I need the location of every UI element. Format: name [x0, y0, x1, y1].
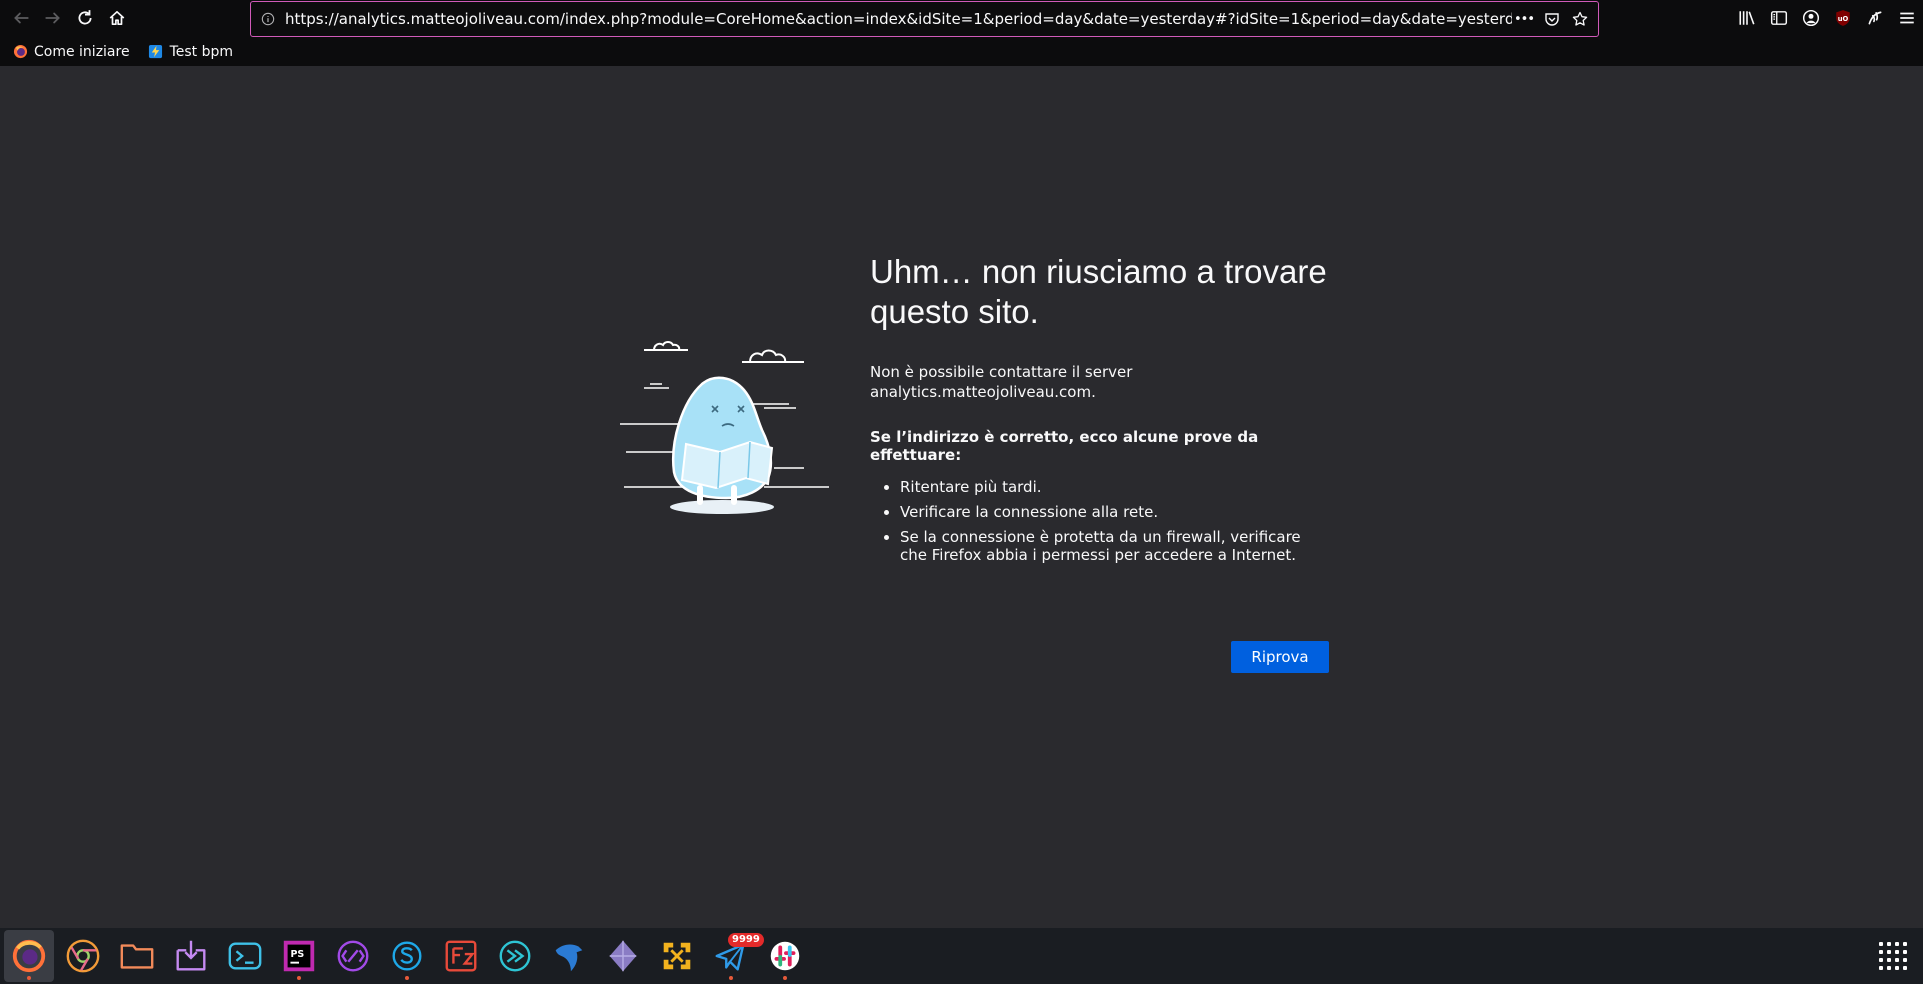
- sidebar-icon: [1770, 11, 1788, 25]
- taskbar-slack[interactable]: [760, 930, 810, 982]
- vpn-icon: [663, 942, 691, 970]
- files-icon: [120, 944, 154, 969]
- page-actions-button[interactable]: •••: [1512, 7, 1536, 31]
- installer-icon: [176, 940, 206, 971]
- skype-icon: [392, 941, 422, 971]
- bookmark-label: Come iniziare: [34, 43, 130, 60]
- reload-button[interactable]: [70, 4, 100, 32]
- taskbar-phpstorm[interactable]: PS: [274, 930, 324, 982]
- error-title: Uhm… non riusciamo a trovare questo sito…: [870, 253, 1327, 330]
- dinosaur-illustration: [620, 341, 829, 514]
- hamburger-menu-icon: [1900, 12, 1914, 24]
- star-icon: [1572, 11, 1588, 26]
- site-info-button[interactable]: [255, 2, 281, 36]
- taskbar-installer[interactable]: [166, 930, 216, 982]
- list-item: Verificare la connessione alla rete.: [900, 503, 1330, 521]
- list-item: Se la connessione è protetta da un firew…: [900, 528, 1330, 564]
- taskbar-skype[interactable]: [382, 930, 432, 982]
- menu-button[interactable]: [1891, 4, 1923, 32]
- firefox-icon: [12, 939, 46, 973]
- svg-text:PS: PS: [290, 949, 304, 960]
- list-item: Ritentare più tardi.: [900, 478, 1330, 496]
- taskbar-filezilla[interactable]: [436, 930, 486, 982]
- slack-icon: [770, 941, 800, 971]
- url-text[interactable]: https://analytics.matteojoliveau.com/ind…: [281, 10, 1512, 28]
- bookmark-test-bpm[interactable]: Test bpm: [146, 40, 235, 64]
- ublock-button[interactable]: uO: [1827, 4, 1859, 32]
- filezilla-icon: [445, 940, 477, 972]
- bookmarks-toolbar: Come iniziare Test bpm: [0, 37, 1923, 66]
- bookmark-star-button[interactable]: [1568, 7, 1592, 31]
- pocket-button[interactable]: [1540, 7, 1564, 31]
- ublock-icon: uO: [1836, 10, 1850, 26]
- error-panel: Uhm… non riusciamo a trovare questo sito…: [870, 252, 1330, 571]
- bolt-icon: [148, 44, 164, 60]
- taskbar: PS 9999: [0, 928, 1923, 984]
- extension-button[interactable]: [1859, 4, 1891, 32]
- taskbar-vscode[interactable]: [328, 930, 378, 982]
- back-arrow-icon: [14, 12, 29, 24]
- cloud-icon: [644, 341, 804, 363]
- taskbar-crystal[interactable]: [598, 930, 648, 982]
- taskbar-remote-desktop[interactable]: [490, 930, 540, 982]
- home-icon: [109, 10, 125, 26]
- taskbar-terminal[interactable]: [220, 930, 270, 982]
- browser-toolbar: https://analytics.matteojoliveau.com/ind…: [0, 0, 1923, 37]
- chrome-icon: [66, 939, 100, 973]
- back-button[interactable]: [6, 4, 36, 32]
- reload-icon: [78, 10, 92, 25]
- library-icon: [1739, 11, 1755, 25]
- taskbar-files[interactable]: [112, 930, 162, 982]
- bookmark-come-iniziare[interactable]: Come iniziare: [10, 40, 132, 64]
- forward-button[interactable]: [38, 4, 68, 32]
- firefox-icon: [12, 44, 28, 60]
- svg-text:uO: uO: [1838, 15, 1849, 23]
- retry-button[interactable]: Riprova: [1231, 641, 1329, 673]
- taskbar-firefox[interactable]: [4, 930, 54, 982]
- extension-icon: [1868, 11, 1882, 25]
- pocket-icon: [1545, 13, 1559, 26]
- url-bar[interactable]: https://analytics.matteojoliveau.com/ind…: [250, 1, 1599, 37]
- account-button[interactable]: [1795, 4, 1827, 32]
- library-button[interactable]: [1731, 4, 1763, 32]
- taskbar-mail[interactable]: 9999: [706, 930, 764, 982]
- terminal-icon: [228, 942, 262, 970]
- taskbar-chrome[interactable]: [58, 930, 108, 982]
- account-icon: [1802, 9, 1820, 27]
- taskbar-dbeaver[interactable]: [544, 930, 594, 982]
- notification-badge: 9999: [728, 933, 764, 947]
- error-hint: Se l’indirizzo è corretto, ecco alcune p…: [870, 428, 1259, 464]
- dbeaver-icon: [555, 944, 583, 972]
- home-button[interactable]: [102, 4, 132, 32]
- remote-desktop-icon: [499, 940, 531, 972]
- sidebar-button[interactable]: [1763, 4, 1795, 32]
- forward-arrow-icon: [45, 12, 60, 24]
- more-icon: •••: [1513, 11, 1535, 27]
- error-description: Non è possibile contattare il server ana…: [870, 363, 1133, 401]
- suggestion-list: Ritentare più tardi. Verificare la conne…: [870, 478, 1330, 564]
- bookmark-label: Test bpm: [169, 43, 234, 60]
- vscode-icon: [337, 940, 369, 972]
- info-icon: [261, 12, 275, 26]
- taskbar-vpn[interactable]: [652, 930, 702, 982]
- crystal-icon: [609, 940, 637, 972]
- show-applications-button[interactable]: [1879, 942, 1907, 970]
- phpstorm-icon: PS: [283, 940, 315, 972]
